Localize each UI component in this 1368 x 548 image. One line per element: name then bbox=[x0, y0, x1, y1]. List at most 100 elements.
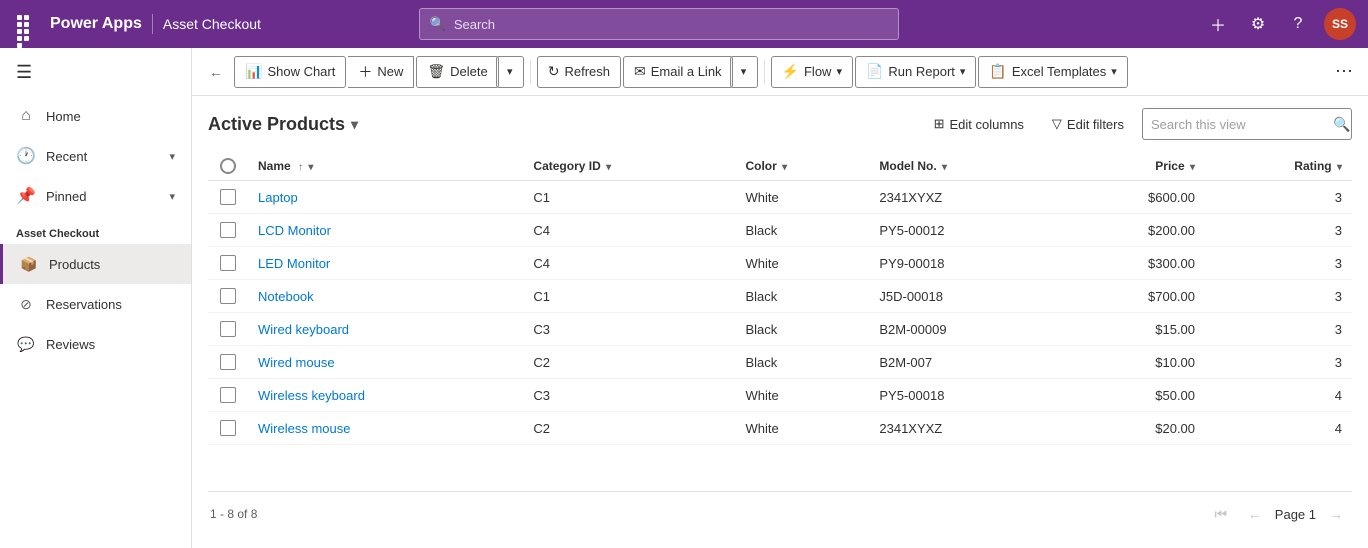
table-row[interactable]: LCD Monitor C4 Black PY5-00012 $200.00 3 bbox=[208, 214, 1352, 247]
avatar[interactable]: SS bbox=[1324, 8, 1356, 40]
products-icon: 📦 bbox=[19, 256, 39, 273]
row-checkbox-cell-2[interactable] bbox=[208, 247, 248, 280]
refresh-button[interactable]: ↻ Refresh bbox=[537, 56, 621, 88]
row-checkbox-6[interactable] bbox=[220, 387, 236, 403]
row-checkbox-cell-4[interactable] bbox=[208, 313, 248, 346]
edit-columns-button[interactable]: ⊞ Edit columns bbox=[924, 108, 1034, 140]
table-row[interactable]: Laptop C1 White 2341XYXZ $600.00 3 bbox=[208, 181, 1352, 214]
table-row[interactable]: Wired keyboard C3 Black B2M-00009 $15.00… bbox=[208, 313, 1352, 346]
cell-name-2[interactable]: LED Monitor bbox=[248, 247, 523, 280]
row-name-link-1[interactable]: LCD Monitor bbox=[258, 223, 331, 238]
cell-category-6: C3 bbox=[523, 379, 735, 412]
sidebar: ☰ ⌂ Home 🕐 Recent ▾ 📌 Pinned ▾ Asset Che… bbox=[0, 48, 192, 548]
row-checkbox-cell-7[interactable] bbox=[208, 412, 248, 445]
sidebar-item-products[interactable]: 📦 Products bbox=[0, 244, 191, 284]
first-page-button[interactable]: ⏮ bbox=[1207, 500, 1235, 528]
row-checkbox-1[interactable] bbox=[220, 222, 236, 238]
plus-icon: ＋ bbox=[358, 62, 372, 82]
cell-name-0[interactable]: Laptop bbox=[248, 181, 523, 214]
view-search[interactable]: 🔍 bbox=[1142, 108, 1352, 140]
table-header: Name ↑ ▾ Category ID ▾ Color ▾ bbox=[208, 152, 1352, 181]
view-title-chevron-icon[interactable]: ▾ bbox=[351, 116, 358, 133]
row-name-link-4[interactable]: Wired keyboard bbox=[258, 322, 349, 337]
col-header-rating[interactable]: Rating ▾ bbox=[1205, 152, 1352, 181]
table-row[interactable]: Wired mouse C2 Black B2M-007 $10.00 3 bbox=[208, 346, 1352, 379]
row-name-link-0[interactable]: Laptop bbox=[258, 190, 298, 205]
flow-chevron-icon: ▾ bbox=[836, 65, 842, 78]
cell-name-6[interactable]: Wireless keyboard bbox=[248, 379, 523, 412]
row-checkbox-cell-3[interactable] bbox=[208, 280, 248, 313]
edit-filters-button[interactable]: ▽ Edit filters bbox=[1042, 108, 1134, 140]
col-header-color[interactable]: Color ▾ bbox=[735, 152, 869, 181]
cell-name-7[interactable]: Wireless mouse bbox=[248, 412, 523, 445]
run-report-button[interactable]: 📄 Run Report ▾ bbox=[855, 56, 976, 88]
flow-button[interactable]: ⚡ Flow ▾ bbox=[771, 56, 853, 88]
table-row[interactable]: Wireless mouse C2 White 2341XYXZ $20.00 … bbox=[208, 412, 1352, 445]
add-button[interactable]: ＋ bbox=[1204, 10, 1232, 38]
global-search[interactable]: 🔍 bbox=[419, 8, 899, 40]
refresh-label: Refresh bbox=[564, 64, 610, 79]
col-header-model-no[interactable]: Model No. ▾ bbox=[869, 152, 1059, 181]
flow-icon: ⚡ bbox=[782, 63, 799, 80]
hamburger-menu[interactable]: ☰ bbox=[0, 48, 191, 96]
sidebar-item-recent[interactable]: 🕐 Recent ▾ bbox=[0, 136, 191, 176]
prev-page-button[interactable]: ← bbox=[1241, 500, 1269, 528]
sidebar-item-pinned[interactable]: 📌 Pinned ▾ bbox=[0, 176, 191, 216]
delete-button[interactable]: 🗑 Delete bbox=[416, 56, 498, 88]
table-row[interactable]: LED Monitor C4 White PY9-00018 $300.00 3 bbox=[208, 247, 1352, 280]
row-name-link-2[interactable]: LED Monitor bbox=[258, 256, 330, 271]
email-link-button[interactable]: ✉ Email a Link bbox=[623, 56, 733, 88]
header-checkbox[interactable] bbox=[220, 158, 236, 174]
run-report-label: Run Report bbox=[888, 64, 954, 79]
cell-name-1[interactable]: LCD Monitor bbox=[248, 214, 523, 247]
row-name-link-3[interactable]: Notebook bbox=[258, 289, 314, 304]
grid-menu-button[interactable] bbox=[12, 10, 40, 38]
settings-button[interactable]: ⚙ bbox=[1244, 10, 1272, 38]
col-header-name[interactable]: Name ↑ ▾ bbox=[248, 152, 523, 181]
cell-name-3[interactable]: Notebook bbox=[248, 280, 523, 313]
row-name-link-6[interactable]: Wireless keyboard bbox=[258, 388, 365, 403]
more-options-button[interactable]: ⋯ bbox=[1328, 56, 1360, 88]
global-search-input[interactable] bbox=[454, 17, 888, 32]
excel-templates-label: Excel Templates bbox=[1012, 64, 1106, 79]
col-header-category-id[interactable]: Category ID ▾ bbox=[523, 152, 735, 181]
view-search-input[interactable] bbox=[1151, 117, 1327, 132]
row-checkbox-cell-0[interactable] bbox=[208, 181, 248, 214]
sidebar-item-home[interactable]: ⌂ Home bbox=[0, 96, 191, 136]
row-name-link-5[interactable]: Wired mouse bbox=[258, 355, 335, 370]
cell-rating-1: 3 bbox=[1205, 214, 1352, 247]
row-checkbox-2[interactable] bbox=[220, 255, 236, 271]
show-chart-label: Show Chart bbox=[267, 64, 335, 79]
row-checkbox-cell-5[interactable] bbox=[208, 346, 248, 379]
show-chart-button[interactable]: 📊 Show Chart bbox=[234, 56, 346, 88]
new-button[interactable]: ＋ New bbox=[348, 56, 414, 88]
table-row[interactable]: Wireless keyboard C3 White PY5-00018 $50… bbox=[208, 379, 1352, 412]
row-checkbox-0[interactable] bbox=[220, 189, 236, 205]
delete-dropdown-button[interactable]: ▾ bbox=[496, 56, 524, 88]
email-dropdown-button[interactable]: ▾ bbox=[730, 56, 758, 88]
row-checkbox-cell-1[interactable] bbox=[208, 214, 248, 247]
cell-name-5[interactable]: Wired mouse bbox=[248, 346, 523, 379]
cell-name-4[interactable]: Wired keyboard bbox=[248, 313, 523, 346]
help-button[interactable]: ? bbox=[1284, 10, 1312, 38]
edit-filters-label: Edit filters bbox=[1067, 117, 1124, 132]
cell-price-5: $10.00 bbox=[1060, 346, 1205, 379]
row-name-link-7[interactable]: Wireless mouse bbox=[258, 421, 350, 436]
col-category-label: Category ID bbox=[533, 159, 600, 173]
table-row[interactable]: Notebook C1 Black J5D-00018 $700.00 3 bbox=[208, 280, 1352, 313]
row-checkbox-4[interactable] bbox=[220, 321, 236, 337]
col-header-price[interactable]: Price ▾ bbox=[1060, 152, 1205, 181]
row-checkbox-5[interactable] bbox=[220, 354, 236, 370]
refresh-icon: ↻ bbox=[548, 63, 560, 80]
header-checkbox-cell[interactable] bbox=[208, 152, 248, 181]
back-button[interactable]: ← bbox=[200, 56, 232, 88]
sidebar-item-reservations[interactable]: ⊘ Reservations bbox=[0, 284, 191, 324]
excel-templates-button[interactable]: 📋 Excel Templates ▾ bbox=[978, 56, 1127, 88]
sidebar-item-reviews[interactable]: 💬 Reviews bbox=[0, 324, 191, 364]
cell-rating-3: 3 bbox=[1205, 280, 1352, 313]
next-page-button[interactable]: → bbox=[1322, 500, 1350, 528]
row-checkbox-3[interactable] bbox=[220, 288, 236, 304]
cell-category-2: C4 bbox=[523, 247, 735, 280]
row-checkbox-cell-6[interactable] bbox=[208, 379, 248, 412]
row-checkbox-7[interactable] bbox=[220, 420, 236, 436]
